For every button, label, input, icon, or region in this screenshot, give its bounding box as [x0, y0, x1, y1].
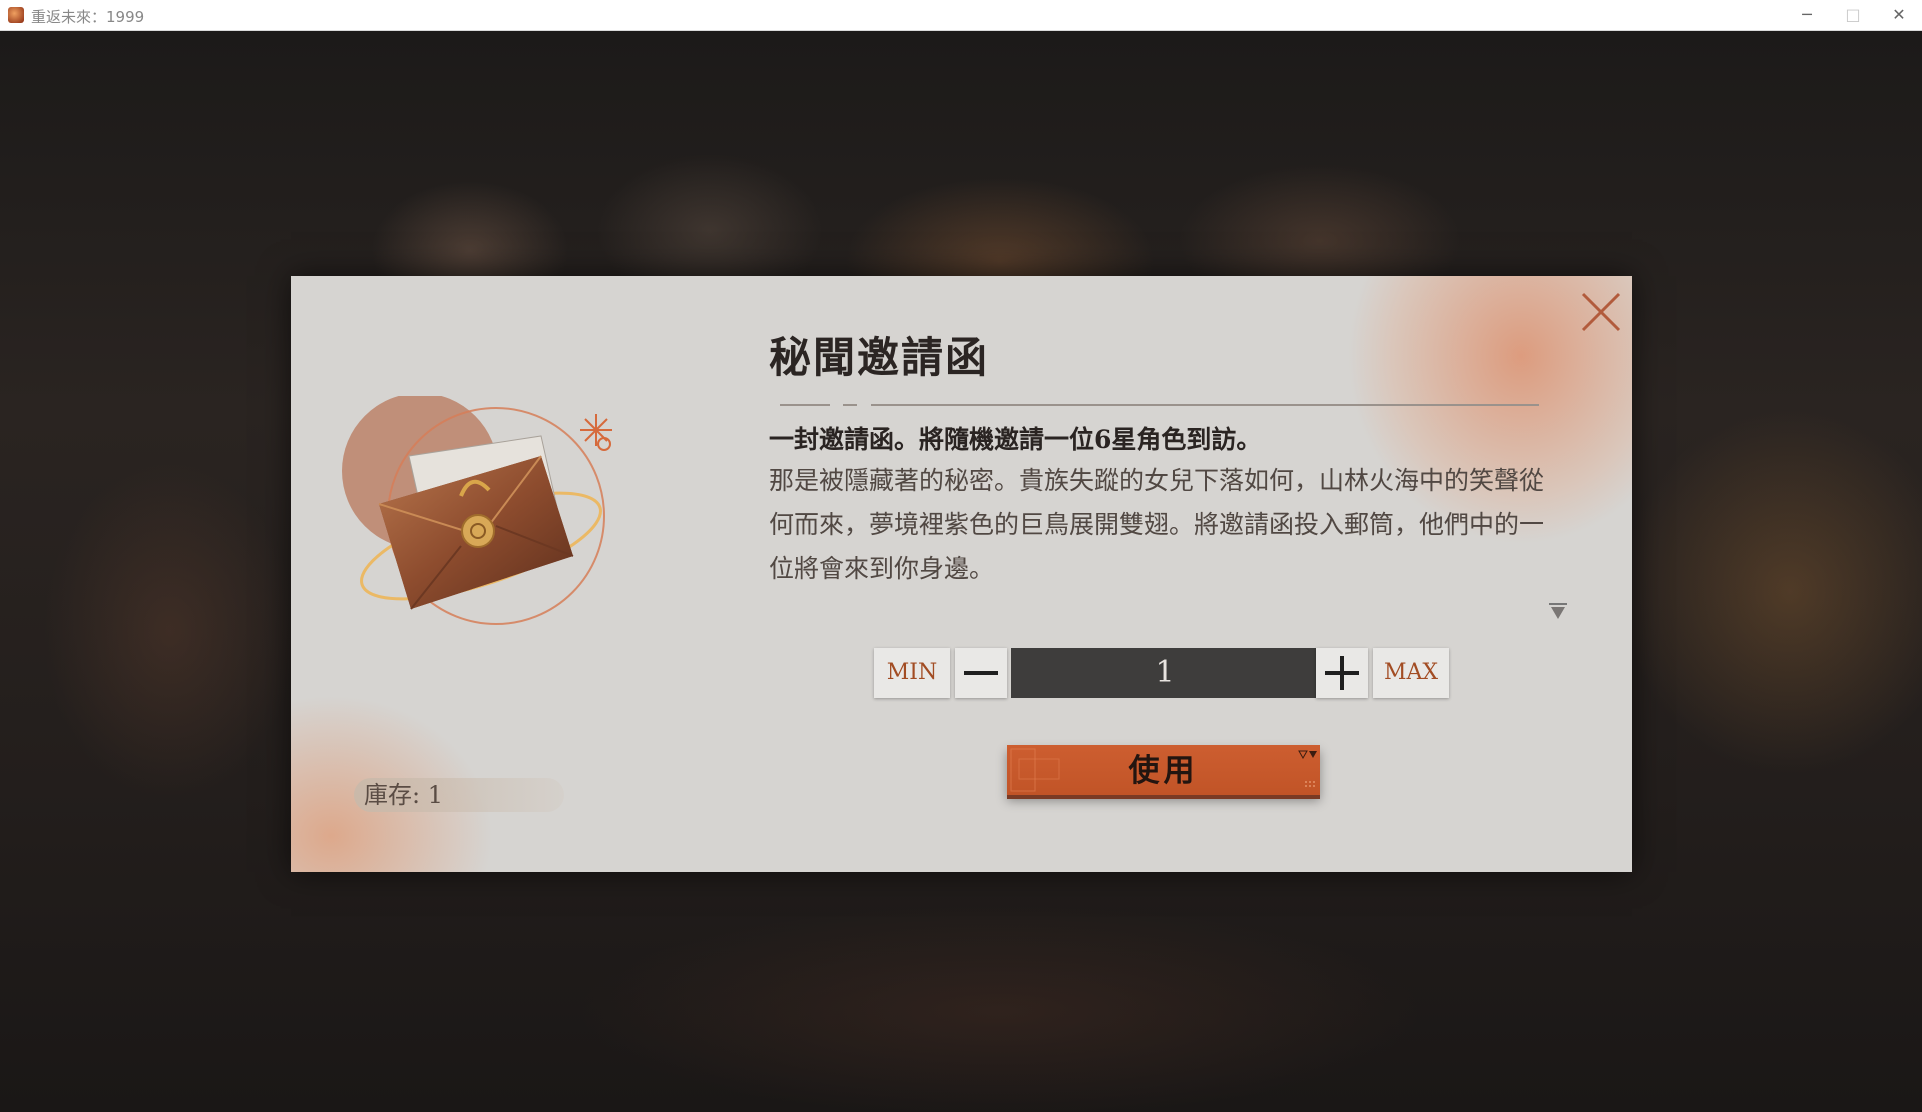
quantity-decrease-button[interactable] — [955, 648, 1007, 698]
use-button-label: 使用 — [1128, 753, 1199, 789]
item-detail-dialog: 庫存: 1 秘聞邀請函 一封邀請函。將隨機邀請一位6星角色到訪。 那是被隱藏著的… — [291, 276, 1632, 872]
title-divider — [780, 404, 830, 406]
app-icon — [8, 7, 24, 23]
window-titlebar: 重返未來：1999 ─ □ ✕ — [0, 0, 1922, 31]
item-title: 秘聞邀請函 — [769, 333, 990, 382]
title-divider — [871, 404, 1539, 406]
stock-label: 庫存: — [364, 781, 421, 809]
plus-icon — [1325, 656, 1359, 690]
quantity-increase-button[interactable] — [1316, 648, 1368, 698]
invitation-envelope-icon — [341, 393, 641, 646]
use-button[interactable]: 使用 — [1007, 745, 1320, 795]
stock-count: 庫存: 1 — [354, 778, 564, 812]
maximize-button[interactable]: □ — [1830, 0, 1876, 30]
quantity-min-button[interactable]: MIN — [874, 648, 950, 698]
quantity-input[interactable]: 1 — [1011, 648, 1319, 698]
triangle-down-icon[interactable] — [1548, 602, 1568, 622]
quantity-max-button[interactable]: MAX — [1373, 648, 1449, 698]
window-close-button[interactable]: ✕ — [1876, 0, 1922, 30]
minus-icon — [964, 671, 998, 675]
item-description-summary: 一封邀請函。將隨機邀請一位6星角色到訪。 — [769, 425, 1262, 454]
close-button[interactable] — [1577, 288, 1625, 336]
close-x-icon — [1581, 292, 1621, 332]
minimize-button[interactable]: ─ — [1784, 0, 1830, 30]
stock-value: 1 — [427, 781, 444, 809]
item-description-body: 那是被隱藏著的秘密。貴族失蹤的女兒下落如何，山林火海中的笑聲從何而來，夢境裡紫色… — [769, 466, 1545, 583]
title-divider — [843, 404, 857, 406]
window-title: 重返未來：1999 — [31, 8, 145, 26]
